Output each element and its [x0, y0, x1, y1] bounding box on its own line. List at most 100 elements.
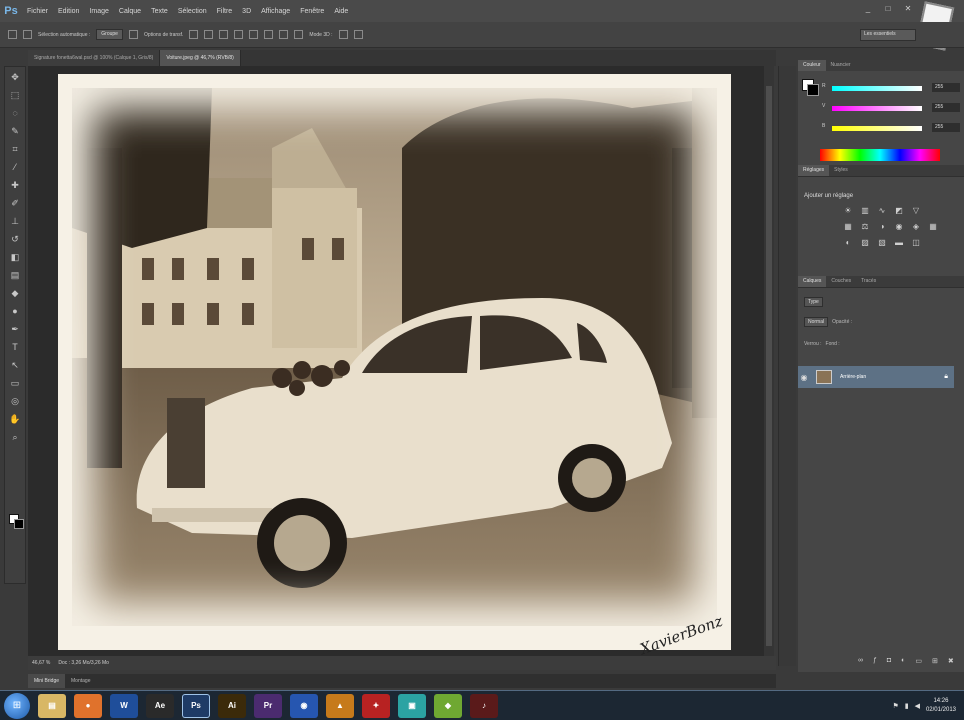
slider-value[interactable]: 255: [932, 103, 960, 112]
menu-fichier[interactable]: Fichier: [22, 8, 53, 15]
shape-tool-icon[interactable]: ▭: [8, 376, 22, 390]
tab-mini-bridge[interactable]: Mini Bridge: [28, 674, 66, 688]
itunes-icon[interactable]: ♪: [470, 693, 498, 718]
slider-v[interactable]: V 255: [822, 103, 960, 113]
color-balance-icon[interactable]: ⚖: [859, 221, 871, 233]
menu-texte[interactable]: Texte: [146, 8, 173, 15]
menu-selection[interactable]: Sélection: [173, 8, 212, 15]
premiere-icon[interactable]: Pr: [254, 693, 282, 718]
word-icon[interactable]: W: [110, 693, 138, 718]
curves-icon[interactable]: ∿: [876, 205, 888, 217]
background-color-swatch[interactable]: [14, 519, 24, 529]
rotate-3d-icon[interactable]: [338, 30, 348, 39]
marquee-tool-icon[interactable]: ⬚: [8, 88, 22, 102]
slider-track[interactable]: [832, 126, 922, 131]
vibrance-icon[interactable]: ▽: [910, 205, 922, 217]
maximize-icon[interactable]: □: [882, 4, 894, 14]
tab-montage[interactable]: Montage: [65, 674, 96, 688]
blur-tool-icon[interactable]: ◆: [8, 286, 22, 300]
threshold-icon[interactable]: ▧: [876, 237, 888, 249]
folder-icon[interactable]: ▭: [915, 657, 922, 665]
align-center-icon[interactable]: [249, 30, 259, 39]
start-button[interactable]: ⊞: [4, 692, 30, 719]
scrollbar-thumb[interactable]: [766, 86, 772, 646]
gradient-map-icon[interactable]: ▬: [893, 237, 905, 249]
slider-b[interactable]: B 255: [822, 123, 960, 133]
menu-edition[interactable]: Edition: [53, 8, 84, 15]
color-background-swatch[interactable]: [807, 84, 819, 96]
network-icon[interactable]: ▮: [905, 702, 909, 710]
levels-icon[interactable]: ▥: [859, 205, 871, 217]
move-tool-icon[interactable]: [8, 30, 17, 39]
app-teal-icon[interactable]: ▣: [398, 693, 426, 718]
invert-icon[interactable]: ◐: [842, 237, 854, 249]
menu-image[interactable]: Image: [84, 8, 113, 15]
eyedropper-tool-icon[interactable]: ⁄: [8, 160, 22, 174]
history-brush-tool-icon[interactable]: ↺: [8, 232, 22, 246]
tab-reglages[interactable]: Réglages: [798, 165, 830, 176]
fx-icon[interactable]: ƒ: [873, 657, 877, 665]
layer-row-background[interactable]: ◉ Arrière-plan 🔒︎: [798, 366, 954, 388]
move-tool-icon[interactable]: ✥: [8, 70, 22, 84]
tab-nuancier[interactable]: Nuancier: [826, 60, 856, 71]
browser-icon[interactable]: ◉: [290, 693, 318, 718]
canvas-area[interactable]: XavierBonz: [28, 66, 764, 658]
brush-tool-icon[interactable]: ✐: [8, 196, 22, 210]
align-top-icon[interactable]: [189, 30, 199, 39]
illustrator-icon[interactable]: Ai: [218, 693, 246, 718]
zoom-level[interactable]: 46,67 %: [32, 660, 50, 666]
workspace-select[interactable]: Les essentiels: [860, 29, 916, 41]
posterize-icon[interactable]: ▨: [859, 237, 871, 249]
healing-tool-icon[interactable]: ✚: [8, 178, 22, 192]
mask-icon[interactable]: ◘: [887, 657, 891, 665]
document-image[interactable]: XavierBonz: [58, 74, 731, 658]
stamp-tool-icon[interactable]: ⊥: [8, 214, 22, 228]
minimize-icon[interactable]: _: [862, 4, 874, 14]
firefox-icon[interactable]: ●: [74, 693, 102, 718]
quick-select-tool-icon[interactable]: ✎: [8, 124, 22, 138]
menu-filtre[interactable]: Filtre: [212, 8, 238, 15]
menu-calque[interactable]: Calque: [114, 8, 146, 15]
align-right-icon[interactable]: [264, 30, 274, 39]
menu-aide[interactable]: Aide: [329, 8, 353, 15]
panel-dock-strip[interactable]: [778, 66, 796, 666]
layer-name[interactable]: Arrière-plan: [840, 374, 866, 380]
distribute-icon[interactable]: [279, 30, 289, 39]
adjustment-icon[interactable]: ◐: [901, 657, 905, 665]
app-icon[interactable]: Ae: [146, 693, 174, 718]
explorer-icon[interactable]: ▤: [38, 693, 66, 718]
tab-voiture[interactable]: Voiture.jpeg @ 46,7% (RVB/8): [160, 50, 241, 66]
pen-tool-icon[interactable]: ✒: [8, 322, 22, 336]
bw-icon[interactable]: ◑: [876, 221, 888, 233]
type-tool-icon[interactable]: T: [8, 340, 22, 354]
align-middle-icon[interactable]: [204, 30, 214, 39]
dodge-tool-icon[interactable]: ●: [8, 304, 22, 318]
gradient-tool-icon[interactable]: ▤: [8, 268, 22, 282]
path-select-tool-icon[interactable]: ↖: [8, 358, 22, 372]
photoshop-icon[interactable]: Ps: [182, 693, 210, 718]
new-layer-icon[interactable]: ⊞: [932, 657, 938, 665]
selective-color-icon[interactable]: ◫: [910, 237, 922, 249]
hue-icon[interactable]: ▦: [842, 221, 854, 233]
kind-filter[interactable]: Type: [804, 296, 823, 307]
color-lookup-icon[interactable]: ▦: [927, 221, 939, 233]
exposure-icon[interactable]: ◩: [893, 205, 905, 217]
channel-mixer-icon[interactable]: ◈: [910, 221, 922, 233]
menu-fenetre[interactable]: Fenêtre: [295, 8, 329, 15]
hand-tool-icon[interactable]: ✋: [8, 412, 22, 426]
app-red-icon[interactable]: ✦: [362, 693, 390, 718]
tab-couleur[interactable]: Couleur: [798, 60, 826, 71]
slider-track[interactable]: [832, 86, 922, 91]
3d-tool-icon[interactable]: ◎: [8, 394, 22, 408]
app-green-icon[interactable]: ◆: [434, 693, 462, 718]
eye-icon[interactable]: ◉: [798, 373, 810, 382]
menu-3d[interactable]: 3D: [237, 8, 256, 15]
align-bottom-icon[interactable]: [219, 30, 229, 39]
blend-mode-select[interactable]: Normal: [804, 316, 829, 327]
color-spectrum[interactable]: [820, 149, 940, 161]
brightness-icon[interactable]: ☀: [842, 205, 854, 217]
zoom-tool-icon[interactable]: ⌕: [8, 430, 22, 444]
align-left-icon[interactable]: [234, 30, 244, 39]
flag-icon[interactable]: ⚑: [892, 702, 898, 710]
crop-tool-icon[interactable]: ⌗: [8, 142, 22, 156]
